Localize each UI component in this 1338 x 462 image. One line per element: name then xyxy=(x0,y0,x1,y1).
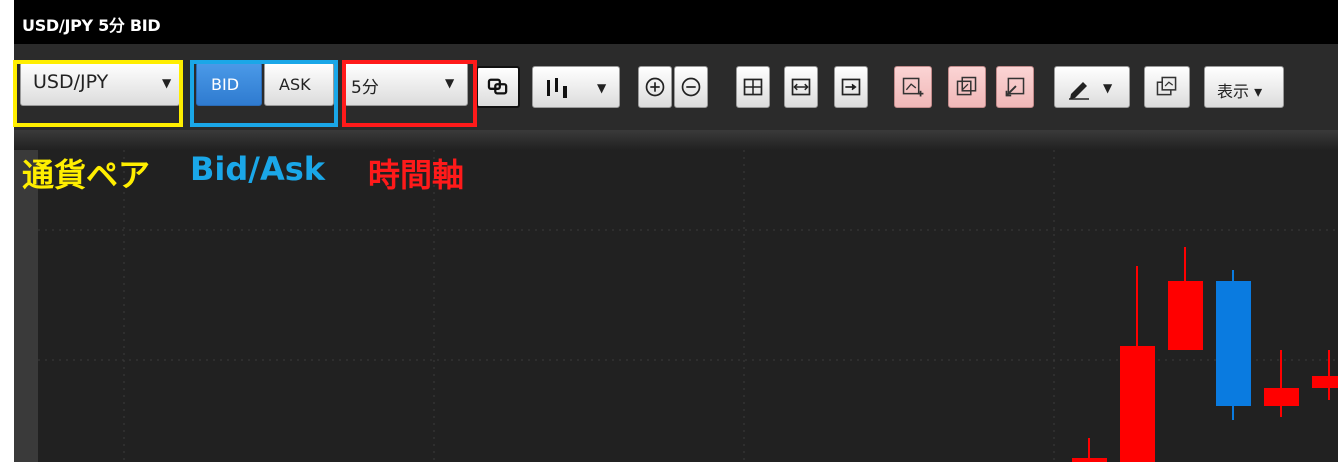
link-icon xyxy=(487,78,508,95)
chart-top-edge xyxy=(14,130,1338,150)
pencil-icon xyxy=(1069,82,1089,100)
chevron-down-icon: ▼ xyxy=(1103,81,1113,95)
bidask-annotation-label: Bid/Ask xyxy=(190,150,326,188)
timeframe-annotation-label: 時間軸 xyxy=(368,156,465,194)
window-export-icon xyxy=(1005,77,1025,97)
chart-settings-button[interactable] xyxy=(1144,66,1190,108)
window-copy-icon xyxy=(956,76,977,96)
arrow-right-icon xyxy=(841,78,861,96)
timeframe-highlight-box xyxy=(342,60,477,127)
candle-body xyxy=(1072,458,1107,462)
candle-body xyxy=(1312,376,1338,388)
window-title: USD/JPY 5分 BID xyxy=(22,16,161,35)
drawing-tool-select[interactable]: ▼ xyxy=(1054,66,1130,108)
candle-body xyxy=(1168,281,1203,350)
window-add-icon xyxy=(902,77,924,97)
candle-body xyxy=(1216,281,1251,406)
scroll-to-latest-button[interactable] xyxy=(834,66,868,108)
chart-left-scrollbar[interactable] xyxy=(14,150,38,462)
title-bar: USD/JPY 5分 BID xyxy=(14,0,1338,44)
window-settings-icon xyxy=(1156,76,1177,96)
zoom-out-icon xyxy=(681,77,701,97)
chevron-down-icon: ▼ xyxy=(597,81,607,95)
link-chart-button[interactable] xyxy=(476,66,520,108)
expand-width-button[interactable] xyxy=(784,66,818,108)
display-menu-button[interactable]: 表示 ▾ xyxy=(1204,66,1284,108)
window-copy-button[interactable] xyxy=(948,66,986,108)
expand-horizontal-icon xyxy=(791,78,811,96)
window-export-button[interactable] xyxy=(996,66,1034,108)
display-menu-label: 表示 ▾ xyxy=(1217,82,1263,101)
zoom-in-icon xyxy=(645,77,665,97)
pair-highlight-box xyxy=(13,60,183,127)
pair-annotation-label: 通貨ペア xyxy=(22,156,151,194)
zoom-in-button[interactable] xyxy=(638,66,672,108)
grid-icon xyxy=(743,78,763,96)
candlestick-icon xyxy=(547,78,567,98)
new-order-window-button[interactable] xyxy=(894,66,932,108)
bidask-highlight-box xyxy=(190,60,338,127)
candle-body xyxy=(1264,388,1299,406)
candle-body xyxy=(1120,346,1155,462)
fit-chart-button[interactable] xyxy=(736,66,770,108)
chart-type-select[interactable]: ▼ xyxy=(532,66,620,108)
zoom-out-button[interactable] xyxy=(674,66,708,108)
